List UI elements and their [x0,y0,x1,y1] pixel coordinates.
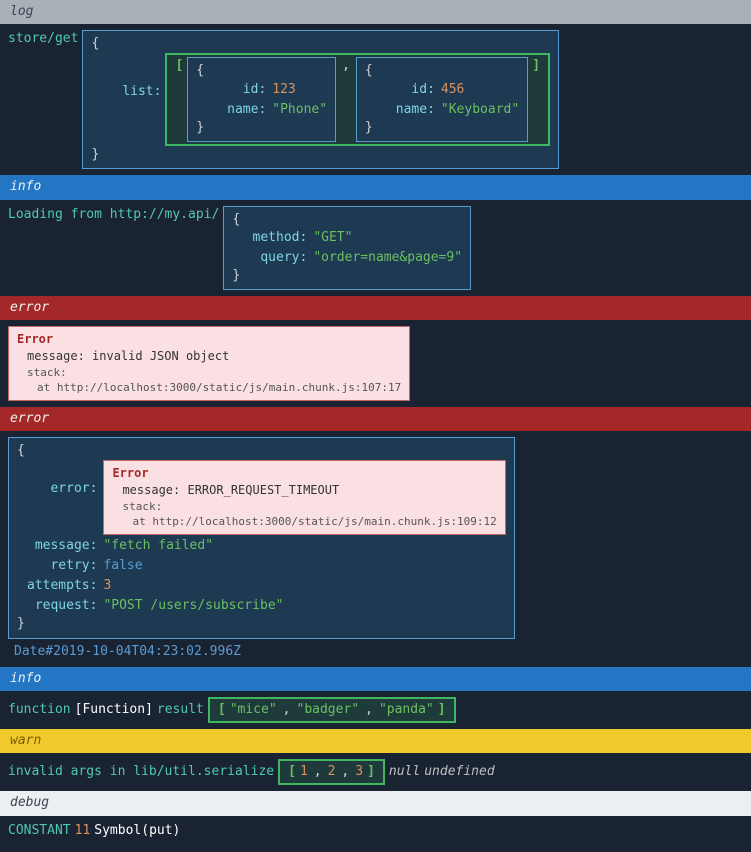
section-body-error2: { error: Error message: ERROR_REQUEST_TI… [0,431,751,667]
error-stack-line: at http://localhost:3000/static/js/main.… [112,514,496,529]
key-query: query: [252,249,307,267]
symbol-value: Symbol(put) [94,822,180,840]
comma: , [281,701,293,719]
function-tag: [Function] [75,701,153,719]
error-message: ERROR_REQUEST_TIMEOUT [187,483,339,497]
value-message: "fetch failed" [103,537,505,555]
warn-prefix: invalid args in lib/util.serialize [8,763,274,781]
error-stack-line: at http://localhost:3000/static/js/main.… [17,380,401,395]
log-object: { list: [ { id: 123 name: "Phone" } , [82,30,559,169]
close-bracket: ] [532,57,540,75]
section-body-error1: Error message: invalid JSON object stack… [0,320,751,406]
open-brace: { [196,62,327,80]
key-retry: retry: [27,557,97,575]
key-id: id: [385,81,435,99]
function-label: function [8,701,71,719]
key-id: id: [216,81,266,99]
section-header-warn: warn [0,729,751,753]
section-body-info1: Loading from http://my.api/ { method: "G… [0,200,751,297]
error-message-label: message: [122,483,180,497]
key-method: method: [252,229,307,247]
close-brace: } [91,146,550,164]
date-stamp: Date#2019-10-04T04:23:02.996Z [14,643,241,661]
close-brace: } [17,615,506,633]
info1-prefix: Loading from http://my.api/ [8,206,219,224]
value-id: 123 [272,81,327,99]
section-header-log: log [0,0,751,24]
section-header-error: error [0,407,751,431]
close-bracket: ] [367,763,375,781]
error-message: invalid JSON object [92,349,229,363]
close-brace: } [196,119,327,137]
key-message: message: [27,537,97,555]
value-name: "Phone" [272,101,327,119]
array-item: 1 [300,763,308,781]
value-attempts: 3 [103,577,505,595]
key-error: error: [27,460,97,498]
info1-object: { method: "GET" query: "order=name&page=… [223,206,471,291]
section-body-warn: invalid args in lib/util.serialize [ 1 ,… [0,753,751,791]
open-bracket: [ [218,701,226,719]
value-request: "POST /users/subscribe" [103,597,505,615]
section-header-debug: debug [0,791,751,815]
list-array: [ { id: 123 name: "Phone" } , { [165,53,550,146]
array-item: "panda" [379,701,434,719]
section-body-log: store/get { list: [ { id: 123 name: "Pho… [0,24,751,175]
section-header-error: error [0,296,751,320]
value-query: "order=name&page=9" [313,249,462,267]
key-name: name: [385,101,435,119]
comma: , [339,763,351,781]
constant-label: CONSTANT [8,822,71,840]
inner-error-box: Error message: ERROR_REQUEST_TIMEOUT sta… [103,460,505,534]
open-brace: { [91,35,550,53]
warn-array: [ 1 , 2 , 3 ] [278,759,385,785]
section-body-info2: function [Function] result [ "mice" , "b… [0,691,751,729]
undefined-literal: undefined [424,763,494,781]
constant-value: 11 [75,822,91,840]
array-item: 2 [328,763,336,781]
close-brace: } [365,119,519,137]
error-message-label: message: [27,349,85,363]
value-method: "GET" [313,229,462,247]
error-title: Error [112,465,496,482]
error-title: Error [17,331,401,348]
open-bracket: [ [288,763,296,781]
error2-object: { error: Error message: ERROR_REQUEST_TI… [8,437,515,639]
value-id: 456 [441,81,519,99]
array-item-0: { id: 123 name: "Phone" } [187,57,336,142]
error-stack-label: stack: [17,365,401,380]
key-request: request: [27,597,97,615]
key-attempts: attempts: [27,577,97,595]
result-label: result [157,701,204,719]
array-item: 3 [355,763,363,781]
array-item: "mice" [230,701,277,719]
close-bracket: ] [438,701,446,719]
result-array: [ "mice" , "badger" , "panda" ] [208,697,456,723]
section-body-debug: CONSTANT 11 Symbol(put) [0,816,751,846]
open-bracket: [ [175,57,183,75]
section-header-info: info [0,175,751,199]
value-retry: false [103,557,505,575]
comma: , [340,57,352,75]
array-item: "badger" [297,701,360,719]
error-box: Error message: invalid JSON object stack… [8,326,410,400]
log-prefix: store/get [8,30,78,48]
value-name: "Keyboard" [441,101,519,119]
open-brace: { [232,211,462,229]
comma: , [312,763,324,781]
error-stack-label: stack: [112,499,496,514]
key-name: name: [216,101,266,119]
open-brace: { [17,442,506,460]
open-brace: { [365,62,519,80]
section-header-info: info [0,667,751,691]
null-literal: null [389,763,420,781]
array-item-1: { id: 456 name: "Keyboard" } [356,57,528,142]
key-list: list: [111,53,161,101]
comma: , [363,701,375,719]
close-brace: } [232,267,462,285]
